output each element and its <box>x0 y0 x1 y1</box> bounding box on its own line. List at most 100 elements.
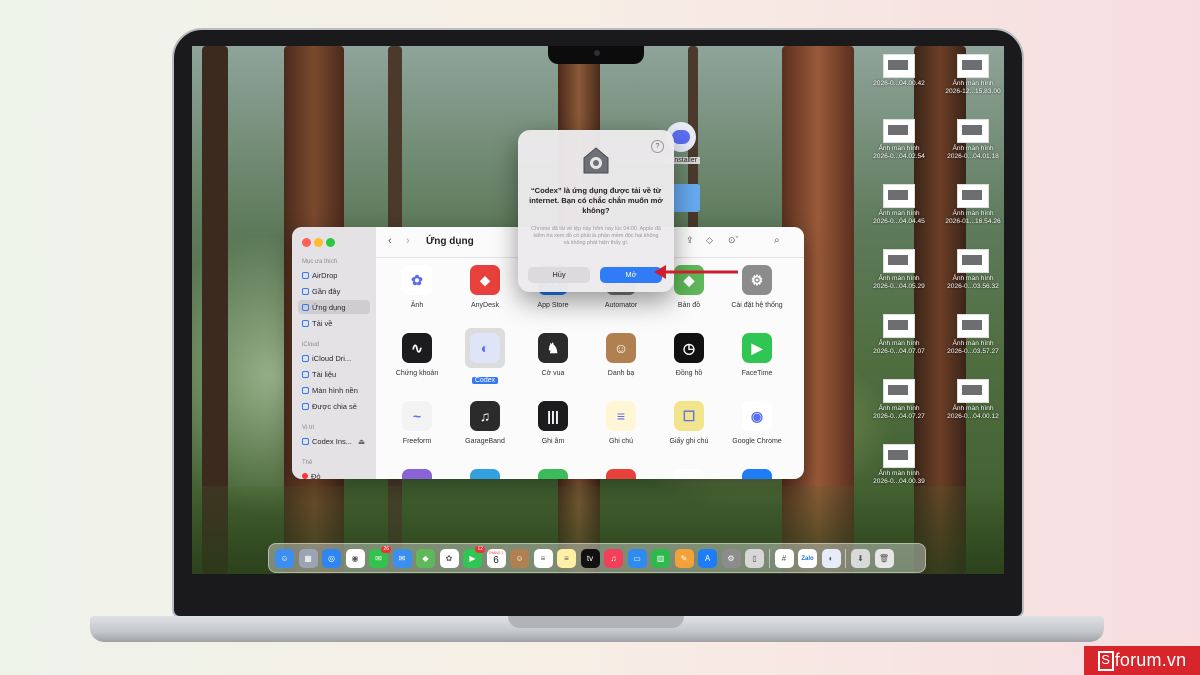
file-name-line1: Ảnh màn hình <box>952 340 994 347</box>
app-partial-icon[interactable] <box>470 469 500 479</box>
file-name-line2: 2026-0...04.07.07 <box>873 348 925 355</box>
desktop-screenshot-file[interactable]: Ảnh màn hình 2026-0...04.02.54 <box>864 119 934 161</box>
desktop-screenshot-file[interactable]: Ảnh màn hình 2026-01...16.54.26 <box>938 184 1008 226</box>
eject-icon[interactable]: ⏏ <box>358 437 365 446</box>
app-voice-memos[interactable]: ||| Ghi âm <box>518 401 588 445</box>
app-partial-icon[interactable] <box>538 469 568 479</box>
app-clock[interactable]: ◷ Đồng hồ <box>654 333 724 377</box>
back-icon[interactable]: ‹ <box>388 235 392 247</box>
folder-icon[interactable] <box>672 184 700 212</box>
dock-safari-icon[interactable]: ◎ <box>322 549 341 568</box>
sidebar-heading-locations: Vị trí <box>302 425 315 431</box>
desktop-screenshot-file[interactable]: Ảnh màn hình 2026-0...04.01.18 <box>938 119 1008 161</box>
forward-icon[interactable]: › <box>406 235 410 247</box>
app-notes[interactable]: ≡ Ghi chú <box>586 401 656 445</box>
dock-chrome-icon[interactable]: ◉ <box>345 549 365 568</box>
desktop-screenshot-file[interactable]: Ảnh màn hình 2026-0...04.05.29 <box>864 249 934 291</box>
dock-calendar-icon[interactable]: THÁNG 16 <box>486 549 506 568</box>
dock-iphone-mirroring-icon[interactable]: ▯ <box>745 549 764 568</box>
dock-apple-tv-icon[interactable]: tv <box>580 549 600 568</box>
sidebar-item-tag-red[interactable]: Đỏ <box>298 469 370 479</box>
sidebar-item-recents[interactable]: Gần đây <box>298 284 370 298</box>
garageband-icon: ♫ <box>470 401 500 431</box>
dock-app-store-icon[interactable]: A <box>698 549 717 568</box>
more-options-icon[interactable]: ⊙ˇ <box>728 235 739 246</box>
app-partial-icon[interactable] <box>674 469 704 479</box>
dock-trash-icon[interactable]: 🗑 <box>874 549 894 568</box>
app-photos[interactable]: ✿ Ảnh <box>382 265 452 309</box>
dock-codex-icon[interactable]: ◐ <box>821 549 841 568</box>
desktop-screenshot-file[interactable]: Ảnh màn hình 2026-0...04.07.27 <box>864 379 934 421</box>
file-name-line1: Ảnh màn hình <box>878 275 920 282</box>
sidebar-item-icloud-drive[interactable]: iCloud Dri... <box>298 351 370 365</box>
dock-downloads-icon[interactable]: ⬇ <box>851 549 870 568</box>
sidebar-item-desktop[interactable]: Màn hình nền <box>298 383 370 397</box>
app-partial-icon[interactable] <box>402 469 432 479</box>
desktop-screenshot-file[interactable]: Ảnh màn hình 2026-0...03.57.27 <box>938 314 1008 356</box>
sidebar-item-documents[interactable]: Tài liệu <box>298 367 370 381</box>
minimize-button[interactable] <box>314 238 323 247</box>
cancel-button[interactable]: Hủy <box>528 267 590 283</box>
screenshot-thumbnail-icon <box>883 249 915 273</box>
photos-label: Ảnh <box>410 302 424 309</box>
dock-finder-icon[interactable]: ☺ <box>275 549 294 568</box>
help-button[interactable]: ? <box>651 140 664 153</box>
zoom-button[interactable] <box>326 238 335 247</box>
sidebar-item-airdrop[interactable]: AirDrop <box>298 268 370 282</box>
app-codex[interactable]: ◐ Codex <box>450 333 520 384</box>
app-stocks[interactable]: ∿ Chứng khoán <box>382 333 452 377</box>
dock-numbers-icon[interactable]: ▥ <box>651 549 670 568</box>
dock-reminders-icon[interactable]: ≡ <box>533 549 553 568</box>
app-facetime[interactable]: ▶ FaceTime <box>722 333 792 377</box>
screenshot-thumbnail-icon <box>883 444 915 468</box>
desktop-screenshot-file[interactable]: Ảnh màn hình 2026-12...15.83.00 <box>938 54 1008 96</box>
app-chess[interactable]: ♞ Cờ vua <box>518 333 588 377</box>
dock-separator <box>768 549 770 568</box>
dock-zalo-icon[interactable]: Zalo <box>798 549 817 568</box>
dock-maps-icon[interactable]: ◆ <box>416 549 435 568</box>
dock-pages-icon[interactable]: ✎ <box>674 549 694 568</box>
open-confirmation-dialog: ? “Codex” là ứng dụng được tải về từ int… <box>518 130 674 292</box>
app-partial-icon[interactable] <box>742 469 772 479</box>
dock-mail-icon[interactable]: ✉ <box>392 549 412 568</box>
file-name-line1: Ảnh màn hình <box>952 210 994 217</box>
dock-music-icon[interactable]: ♫ <box>604 549 623 568</box>
screenshot-thumbnail-icon <box>957 119 989 143</box>
sforum-watermark: Sforum.vn <box>1084 646 1200 675</box>
applications-icon <box>302 303 309 311</box>
desktop-screenshot-file[interactable]: Ảnh màn hình 2026-0...03.56.32 <box>938 249 1008 291</box>
app-contacts[interactable]: ☺ Danh bạ <box>586 333 656 377</box>
tag-icon[interactable]: ◇ <box>706 235 713 246</box>
dock-facetime-icon[interactable]: ▶ 12 <box>463 546 485 568</box>
desktop-screenshot-file[interactable]: 2026-0...04.00.42 <box>864 54 934 88</box>
dock-photos-icon[interactable]: ✿ <box>439 549 459 568</box>
dock-keynote-icon[interactable]: ▭ <box>627 549 647 568</box>
app-anydesk[interactable]: ⬥ AnyDesk <box>450 265 520 309</box>
desktop-screenshot-file[interactable]: Ảnh màn hình 2026-0...04.07.07 <box>864 314 934 356</box>
dock-slack-icon[interactable]: # <box>774 549 794 568</box>
freeform-icon: ~ <box>402 401 432 431</box>
close-button[interactable] <box>302 238 311 247</box>
desktop-screenshot-file[interactable]: Ảnh màn hình 2026-0...04.00.39 <box>864 444 934 486</box>
dock-launchpad-icon[interactable]: ▦ <box>298 549 318 568</box>
garageband-label: GarageBand <box>465 438 505 445</box>
app-google-chrome[interactable]: ◉ Google Chrome <box>722 401 792 445</box>
search-icon[interactable]: ⌕ <box>774 235 780 246</box>
sidebar-item-applications[interactable]: Ứng dụng <box>298 300 370 314</box>
dock-messages-icon[interactable]: ✉ 26 <box>369 546 391 568</box>
app-garageband[interactable]: ♫ GarageBand <box>450 401 520 445</box>
sidebar-item-downloads[interactable]: Tải về <box>298 316 370 330</box>
share-icon[interactable]: ⇪ <box>686 235 694 246</box>
app-stickies[interactable]: ☐ Giấy ghi chú <box>654 401 724 445</box>
screenshot-thumbnail-icon <box>957 379 989 403</box>
dock-notes-icon[interactable]: ≡ <box>557 549 576 568</box>
app-partial-icon[interactable] <box>606 469 636 479</box>
sidebar-item-shared[interactable]: Được chia sẻ <box>298 399 370 413</box>
desktop-icon <box>302 386 309 394</box>
app-freeform[interactable]: ~ Freeform <box>382 401 452 445</box>
dock-system-settings-icon[interactable]: ⚙ <box>721 549 741 568</box>
sidebar-item-codex-installer[interactable]: Codex Ins... ⏏ <box>298 434 370 448</box>
dock-contacts-icon[interactable]: ☺ <box>510 549 529 568</box>
desktop-screenshot-file[interactable]: Ảnh màn hình 2026-0...04.00.12 <box>938 379 1008 421</box>
desktop-screenshot-file[interactable]: Ảnh màn hình 2026-0...04.04.45 <box>864 184 934 226</box>
